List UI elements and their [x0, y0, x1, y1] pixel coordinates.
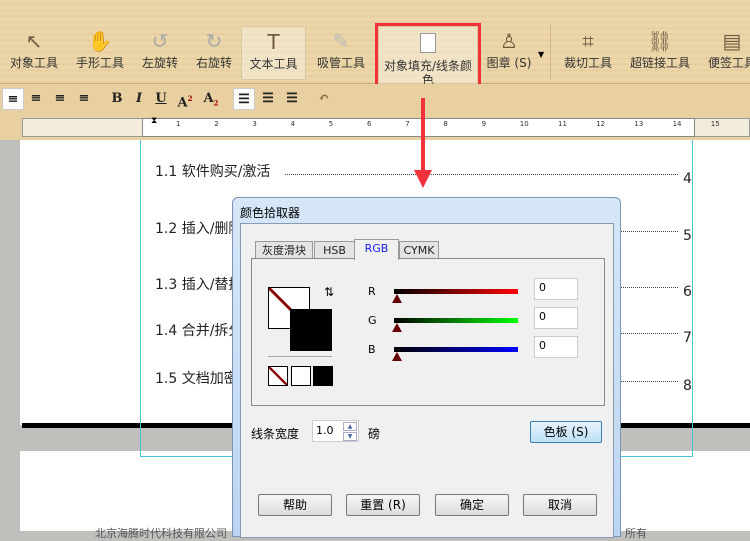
ruler-number: 15	[710, 120, 720, 128]
justify-button[interactable]: ≡	[73, 88, 95, 110]
eyedropper-icon: ✎	[332, 29, 350, 53]
tab-cymk[interactable]: CYMK	[399, 241, 439, 259]
slider-thumb-icon[interactable]	[392, 352, 402, 361]
link-icon: ⛓	[647, 29, 673, 53]
highlight-box	[375, 23, 481, 88]
swap-colors-icon[interactable]: ⇅	[324, 285, 334, 299]
toc-title: 1.2 插入/删除	[155, 221, 243, 237]
toc-page-number: 6	[683, 284, 692, 300]
toc-leader	[285, 174, 678, 175]
channel-slider[interactable]	[394, 289, 518, 294]
toc-page-number: 7	[683, 330, 692, 346]
underline-button[interactable]: U	[150, 88, 172, 110]
ruler-number: 1	[176, 120, 181, 128]
crop-tool-button[interactable]: ⌗ 裁切工具	[558, 22, 618, 82]
ruler-number: 13	[634, 120, 644, 128]
ruler: 1 2 3 4 5 6 7 8 9 10 11 12 13 14 15 ⧗	[0, 114, 750, 140]
ruler-number: 4	[290, 120, 296, 128]
help-button[interactable]: 帮助	[258, 494, 332, 516]
channel-slider[interactable]	[394, 347, 518, 352]
white-swatch[interactable]	[291, 366, 311, 386]
toc-title: 1.1 软件购买/激活	[155, 164, 271, 180]
hyperlink-tool-button[interactable]: ⛓ 超链接工具	[624, 22, 696, 82]
annotation-arrow	[421, 98, 425, 178]
channel-slider[interactable]	[394, 318, 518, 323]
dialog-title: 颜色拾取器	[240, 206, 301, 220]
increment-icon[interactable]: ▲	[343, 422, 357, 431]
format-toolbar: ≡ ≡ ≡ ≡ B I U A2 A2 ☰ ☰ ☰ ↶	[0, 84, 750, 114]
align-left-button[interactable]: ≡	[2, 88, 24, 110]
ruler-number: 6	[367, 120, 372, 128]
superscript-button[interactable]: A2	[174, 88, 196, 110]
ruler-number: 7	[405, 120, 410, 128]
ruler-number: 9	[481, 120, 487, 128]
ruler-number: 10	[519, 120, 529, 128]
hand-tool-button[interactable]: ✋ 手形工具	[70, 22, 130, 82]
channel-value-input[interactable]: 0	[534, 278, 578, 300]
eyedropper-tool-button[interactable]: ✎ 吸管工具	[310, 22, 372, 82]
text-tool-icon: T	[267, 30, 280, 54]
no-color-swatch[interactable]	[268, 366, 288, 386]
ruler-number: 2	[214, 120, 219, 128]
slider-thumb-icon[interactable]	[392, 323, 402, 332]
black-swatch[interactable]	[313, 366, 333, 386]
channel-value-input[interactable]: 0	[534, 336, 578, 358]
tab-hsb[interactable]: HSB	[314, 241, 355, 259]
palette-button[interactable]: 色板 (S)	[530, 421, 602, 443]
channel-value-input[interactable]: 0	[534, 307, 578, 329]
line-spacing-single-button[interactable]: ☰	[233, 88, 255, 110]
annotation-arrowhead	[414, 170, 432, 188]
text-tool-button[interactable]: T 文本工具	[241, 26, 306, 80]
ruler-number: 12	[596, 120, 606, 128]
object-tool-button[interactable]: ↖ 对象工具	[4, 22, 64, 82]
note-icon: ▤	[722, 29, 742, 53]
toc-title: 1.4 合并/拆分	[155, 323, 243, 339]
ruler-number: 5	[328, 120, 334, 128]
toc-title: 1.5 文档加密	[155, 371, 238, 387]
undo-icon[interactable]: ↶	[313, 88, 335, 110]
unit-label: 磅	[368, 427, 381, 441]
stamp-icon: ♙	[500, 29, 518, 53]
toc-page-number: 5	[683, 228, 692, 244]
ruler-number: 14	[672, 120, 682, 128]
toc-page-number: 8	[683, 378, 692, 394]
tab-rgb[interactable]: RGB	[354, 239, 399, 260]
note-tool-button[interactable]: ▤ 便签工具	[702, 22, 750, 82]
ruler-number: 8	[443, 120, 448, 128]
ok-button[interactable]: 确定	[435, 494, 509, 516]
subscript-button[interactable]: A2	[200, 88, 222, 110]
toc-title: 1.3 插入/替换	[155, 277, 243, 293]
toolbar-divider	[550, 24, 551, 80]
decrement-icon[interactable]: ▼	[343, 432, 357, 441]
line-width-label: 线条宽度	[251, 427, 300, 441]
ruler-text-area	[142, 118, 695, 137]
cursor-icon: ↖	[25, 29, 43, 53]
stamp-button[interactable]: ♙ 图章 (S)	[484, 22, 534, 82]
line-spacing-wide-button[interactable]: ☰	[281, 88, 303, 110]
ruler-number: 3	[252, 120, 257, 128]
toc-page-number: 4	[683, 171, 692, 187]
stamp-dropdown-icon[interactable]: ▼	[538, 50, 544, 59]
rotate-right-button[interactable]: ↻ 右旋转	[190, 22, 238, 82]
align-center-button[interactable]: ≡	[25, 88, 47, 110]
slider-thumb-icon[interactable]	[392, 294, 402, 303]
ruler-number: 11	[558, 120, 567, 128]
tab-grayscale[interactable]: 灰度滑块	[255, 241, 313, 259]
indent-marker[interactable]: ⧗	[151, 116, 157, 126]
rotate-right-icon: ↻	[205, 29, 223, 53]
bold-button[interactable]: B	[106, 88, 128, 110]
rotate-left-icon: ↺	[151, 29, 169, 53]
reset-button[interactable]: 重置 (R)	[346, 494, 420, 516]
rgb-panel: ⇅ R 0G 0B 0	[251, 258, 605, 406]
hand-icon: ✋	[87, 29, 113, 53]
crop-icon: ⌗	[582, 29, 594, 53]
rotate-left-button[interactable]: ↺ 左旋转	[136, 22, 184, 82]
cancel-button[interactable]: 取消	[523, 494, 597, 516]
line-width-stepper[interactable]: 1.0 ▲ ▼	[312, 420, 359, 442]
line-color-swatch[interactable]	[290, 309, 332, 351]
align-right-button[interactable]: ≡	[49, 88, 71, 110]
color-picker-dialog: 颜色拾取器 灰度滑块 HSB RGB CYMK ⇅ R 0G 0B 0 线条宽度…	[232, 197, 621, 538]
italic-button[interactable]: I	[128, 88, 150, 110]
line-spacing-medium-button[interactable]: ☰	[257, 88, 279, 110]
